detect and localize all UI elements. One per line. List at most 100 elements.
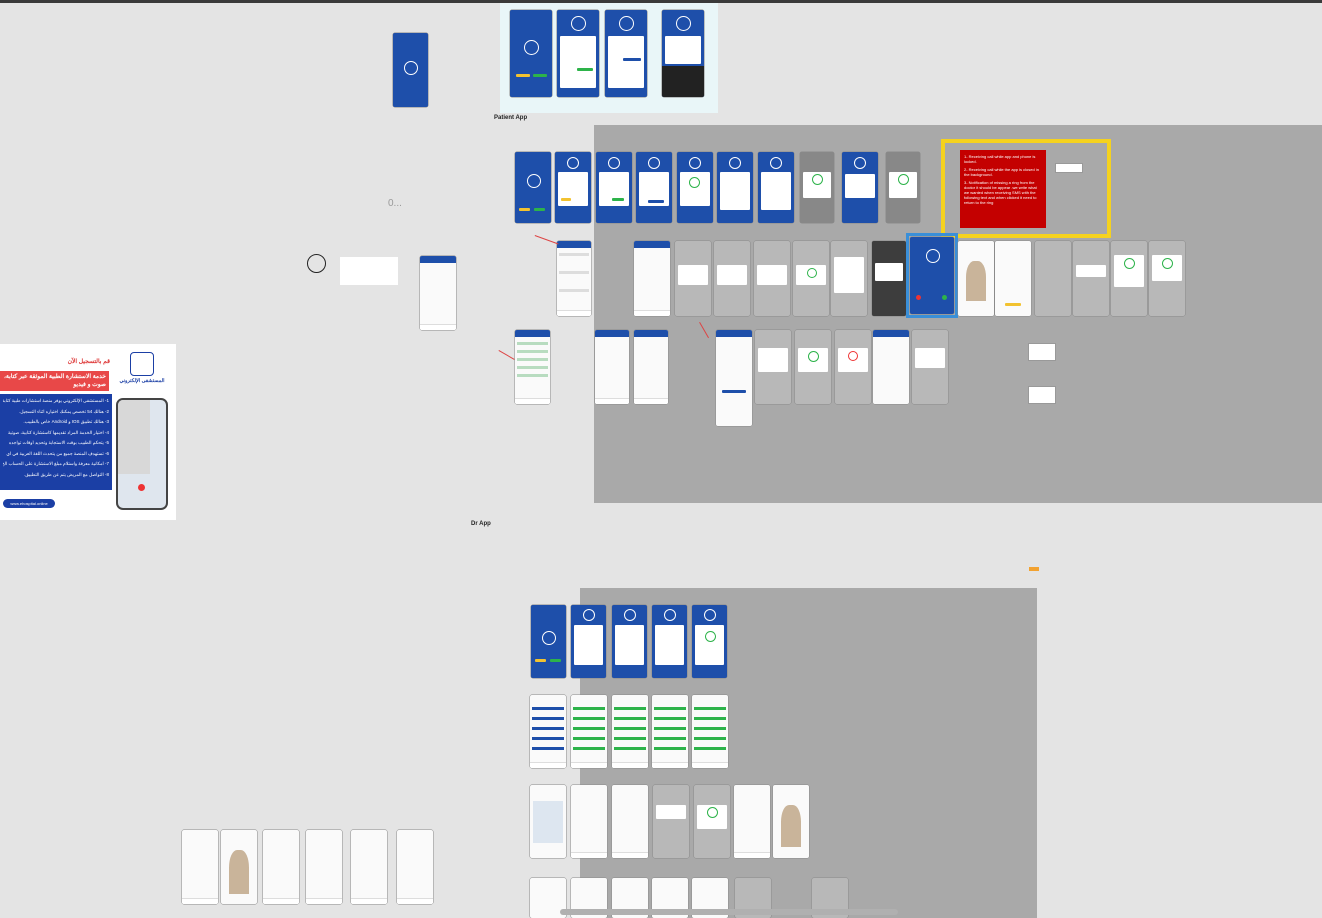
doctor-profile-screen[interactable] <box>995 241 1031 316</box>
list-item[interactable] <box>573 717 605 720</box>
extra-screen-6[interactable] <box>397 830 433 904</box>
list-item[interactable] <box>532 727 564 730</box>
bottom-nav[interactable] <box>306 898 342 904</box>
button[interactable] <box>534 208 545 211</box>
horizontal-scrollbar[interactable] <box>560 909 898 915</box>
dr-list-3[interactable] <box>612 695 648 768</box>
dr-list-2[interactable] <box>571 695 607 768</box>
dr-list-5[interactable] <box>692 695 728 768</box>
button[interactable] <box>561 198 571 201</box>
blank-rectangle[interactable] <box>340 257 398 285</box>
dr-status-b[interactable] <box>694 785 730 858</box>
login-button[interactable] <box>516 74 530 77</box>
dr-status-a[interactable] <box>653 785 689 858</box>
patient-details-2[interactable] <box>634 330 668 404</box>
video-call-screen[interactable] <box>958 241 994 316</box>
incoming-call-screen[interactable] <box>910 237 954 314</box>
dr-chat[interactable] <box>530 785 566 858</box>
bottom-nav[interactable] <box>263 898 299 904</box>
patient-profile-form[interactable] <box>717 152 753 223</box>
submit-button[interactable] <box>577 68 593 71</box>
list-item[interactable] <box>573 707 605 710</box>
note-card-2[interactable] <box>1028 386 1056 404</box>
patient-screen-f[interactable] <box>872 241 906 316</box>
button[interactable] <box>550 659 561 662</box>
list-item[interactable] <box>532 707 564 710</box>
list-item[interactable] <box>517 366 548 369</box>
patient-screen-d[interactable] <box>793 241 829 316</box>
patient-screen-b[interactable] <box>714 241 750 316</box>
bottom-nav[interactable] <box>530 762 566 768</box>
list-item[interactable] <box>532 747 564 750</box>
list-item[interactable] <box>517 342 548 345</box>
note-card-1[interactable] <box>1028 343 1056 361</box>
dr-register[interactable] <box>612 605 647 678</box>
patient-screen-g[interactable] <box>1035 241 1071 316</box>
payment-status-e[interactable] <box>912 330 948 404</box>
small-comment[interactable] <box>1055 163 1083 173</box>
extra-screen-3[interactable] <box>263 830 299 904</box>
dr-list-4[interactable] <box>652 695 688 768</box>
extra-screen-1[interactable] <box>182 830 218 904</box>
dr-verified[interactable] <box>692 605 727 678</box>
answer-call-button[interactable] <box>942 295 947 300</box>
bottom-nav[interactable] <box>571 762 607 768</box>
dr-call-b[interactable] <box>612 785 648 858</box>
payment-status-a[interactable] <box>755 330 791 404</box>
list-item[interactable] <box>694 727 726 730</box>
list-item[interactable] <box>694 737 726 740</box>
list-item[interactable] <box>654 737 686 740</box>
list-item[interactable] <box>654 707 686 710</box>
list-item[interactable] <box>694 707 726 710</box>
patient-list-mini[interactable] <box>420 256 456 330</box>
dr-register-2[interactable] <box>652 605 687 678</box>
dr-video-call[interactable] <box>773 785 809 858</box>
bottom-nav[interactable] <box>734 852 770 858</box>
login-screen-keyboard[interactable] <box>662 10 704 97</box>
list-item[interactable] <box>517 350 548 353</box>
bottom-nav[interactable] <box>397 898 433 904</box>
payment-status-d[interactable] <box>873 330 909 404</box>
decline-call-button[interactable] <box>916 295 921 300</box>
call-requirements-note[interactable]: 1- Receiving call while app and phone is… <box>960 150 1046 228</box>
website-link[interactable]: www.ehospital.online <box>3 499 55 508</box>
patient-app-label[interactable]: Patient App <box>494 115 527 121</box>
login-screen-1[interactable] <box>510 10 552 97</box>
register-button[interactable] <box>533 74 547 77</box>
bottom-nav[interactable] <box>634 310 670 316</box>
list-item[interactable] <box>614 737 646 740</box>
promo-ad-card[interactable]: قم بالتسجيل الآن خدمة الاستشارة الطبية ا… <box>0 344 176 520</box>
patient-confirm[interactable] <box>842 152 878 223</box>
patient-screen-a[interactable] <box>675 241 711 316</box>
list-item[interactable] <box>694 747 726 750</box>
button[interactable] <box>535 659 546 662</box>
list-item[interactable] <box>517 374 548 377</box>
patient-details[interactable] <box>595 330 629 404</box>
button[interactable] <box>519 208 530 211</box>
list-item[interactable] <box>559 253 589 256</box>
keyboard[interactable] <box>662 66 704 97</box>
login-screen-2[interactable] <box>557 10 599 97</box>
dr-profile[interactable] <box>734 785 770 858</box>
payment-screen[interactable] <box>716 330 752 426</box>
list-item[interactable] <box>559 289 589 292</box>
submit-button[interactable] <box>623 58 641 61</box>
list-item[interactable] <box>614 727 646 730</box>
patient-login[interactable] <box>555 152 591 223</box>
circle-shape[interactable] <box>307 254 326 273</box>
patient-chat[interactable] <box>634 241 670 316</box>
list-item[interactable] <box>559 271 589 274</box>
list-item[interactable] <box>694 717 726 720</box>
patient-success-dim-2[interactable] <box>886 152 920 223</box>
extra-screen-5[interactable] <box>351 830 387 904</box>
extra-screen-2[interactable] <box>221 830 257 904</box>
list-item[interactable] <box>614 707 646 710</box>
patient-screen-c[interactable] <box>754 241 790 316</box>
pay-button[interactable] <box>722 390 746 393</box>
list-item[interactable] <box>614 717 646 720</box>
bottom-nav[interactable] <box>557 310 591 316</box>
dr-login[interactable] <box>571 605 606 678</box>
dr-app-label[interactable]: Dr App <box>471 521 491 527</box>
patient-history-list[interactable] <box>515 330 550 404</box>
login-screen-3[interactable] <box>605 10 647 97</box>
